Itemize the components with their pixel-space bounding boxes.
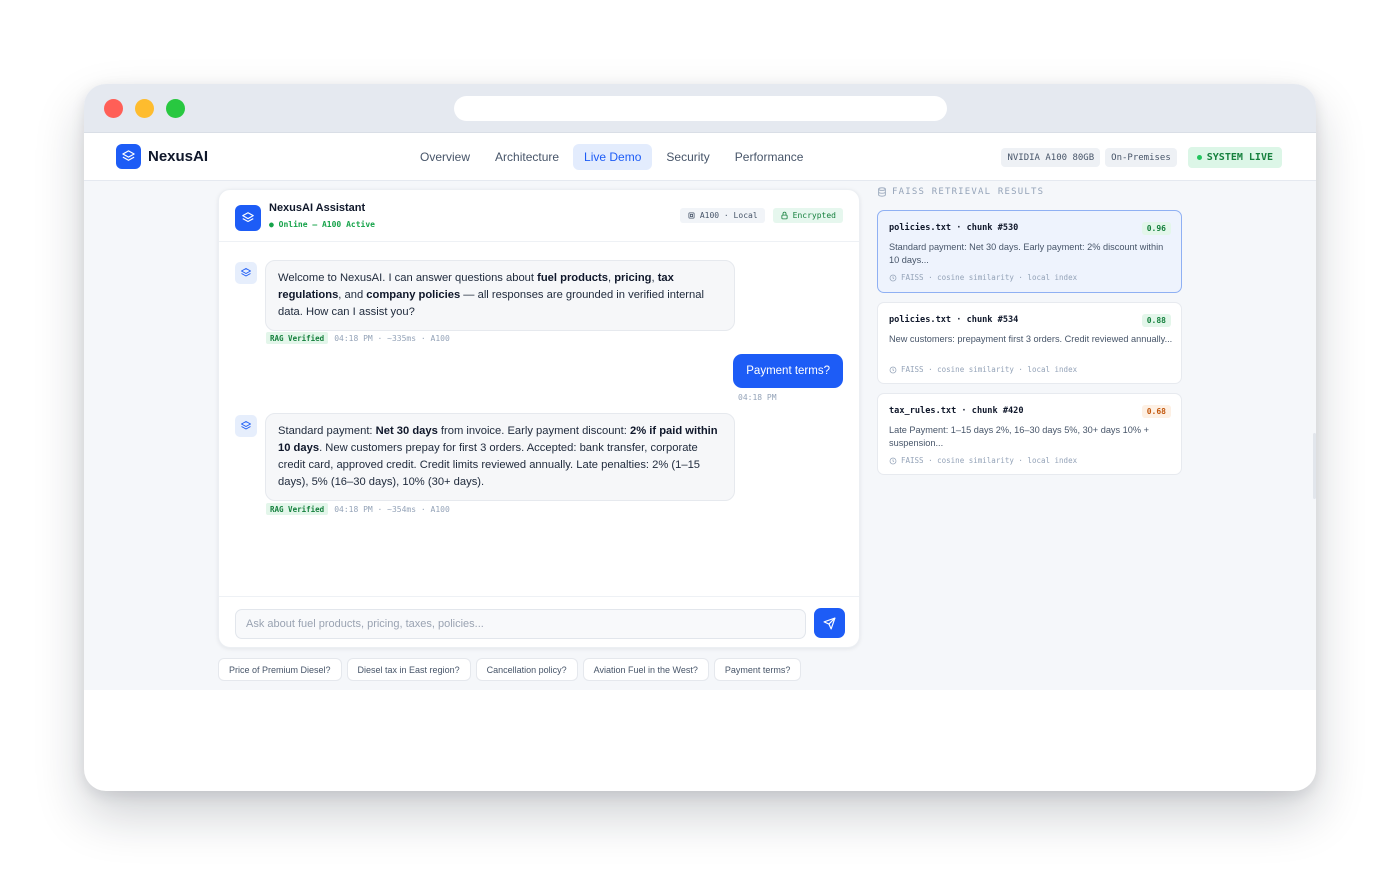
result-source: policies.txt · chunk #530 xyxy=(889,223,1019,233)
chat-header-badges: A100 · Local Encrypted xyxy=(679,208,843,223)
result-snippet: New customers: prepayment first 3 orders… xyxy=(889,334,1173,344)
send-button[interactable] xyxy=(814,608,845,638)
main-content: NexusAI Assistant ● Online — A100 Active… xyxy=(84,181,1316,690)
chip-icon xyxy=(688,212,695,219)
clock-icon xyxy=(889,457,897,464)
suggestion-chip[interactable]: Price of Premium Diesel? xyxy=(218,658,342,681)
send-icon xyxy=(823,616,836,630)
assistant-message-icon xyxy=(235,262,257,284)
nav-live-demo[interactable]: Live Demo xyxy=(573,144,653,170)
message-text: Welcome to NexusAI. I can answer questio… xyxy=(278,272,538,284)
clock-icon xyxy=(889,274,897,281)
suggestion-chip[interactable]: Aviation Fuel in the West? xyxy=(582,658,709,681)
nav-performance[interactable]: Performance xyxy=(724,144,815,170)
assistant-avatar-icon xyxy=(235,205,261,231)
assistant-message-icon xyxy=(235,415,257,437)
message-emphasis: Net 30 days xyxy=(375,425,438,437)
nav-links: Overview Architecture Live Demo Security… xyxy=(409,144,817,170)
message-meta-text: 04:18 PM · ~354ms · A100 xyxy=(334,504,450,514)
rag-verified-badge: RAG Verified xyxy=(266,503,329,515)
chat-input[interactable] xyxy=(235,609,806,639)
user-message-bubble: Payment terms? xyxy=(733,354,843,388)
result-meta-text: FAISS · cosine similarity · local index xyxy=(901,365,1078,374)
message-text: , and xyxy=(338,289,367,301)
faiss-panel-title: FAISS RETRIEVAL RESULTS xyxy=(877,187,1044,197)
system-live-label: SYSTEM LIVE xyxy=(1206,152,1273,163)
assistant-message-bubble: Welcome to NexusAI. I can answer questio… xyxy=(265,260,735,331)
nav-security[interactable]: Security xyxy=(655,144,720,170)
retrieval-result-card[interactable]: policies.txt · chunk #530 0.96 Standard … xyxy=(877,210,1182,293)
similarity-score: 0.88 xyxy=(1141,314,1171,327)
result-meta-text: FAISS · cosine similarity · local index xyxy=(901,273,1078,282)
assistant-status: ● Online — A100 Active xyxy=(269,220,375,229)
faiss-title-text: FAISS RETRIEVAL RESULTS xyxy=(892,187,1045,197)
message-meta: RAG Verified 04:18 PM · ~354ms · A100 xyxy=(266,503,450,515)
similarity-score: 0.68 xyxy=(1141,405,1171,418)
clock-icon xyxy=(889,366,897,373)
similarity-score: 0.96 xyxy=(1141,222,1171,235)
deployment-tag: On-Premises xyxy=(1105,148,1177,167)
message-emphasis: company policies xyxy=(366,289,461,301)
nav-architecture[interactable]: Architecture xyxy=(484,144,570,170)
suggestion-chips: Price of Premium Diesel? Diesel tax in E… xyxy=(218,658,802,681)
close-window-button[interactable] xyxy=(104,99,123,118)
retrieval-result-card[interactable]: policies.txt · chunk #534 0.88 New custo… xyxy=(877,302,1182,384)
message-text: from invoice. Early payment discount: xyxy=(437,425,630,437)
top-navbar: NexusAI Overview Architecture Live Demo … xyxy=(84,133,1316,181)
user-message-time: 04:18 PM xyxy=(738,393,777,402)
result-meta: FAISS · cosine similarity · local index xyxy=(889,456,1077,465)
retrieval-result-card[interactable]: tax_rules.txt · chunk #420 0.68 Late Pay… xyxy=(877,393,1182,475)
live-dot-icon xyxy=(1196,155,1202,160)
database-icon xyxy=(878,187,886,197)
maximize-window-button[interactable] xyxy=(166,99,185,118)
result-meta: FAISS · cosine similarity · local index xyxy=(889,273,1077,282)
chat-panel: NexusAI Assistant ● Online — A100 Active… xyxy=(218,189,860,648)
suggestion-chip[interactable]: Diesel tax in East region? xyxy=(346,658,471,681)
browser-window: NexusAI Overview Architecture Live Demo … xyxy=(84,84,1316,791)
title-bar xyxy=(84,84,1316,133)
chat-input-area xyxy=(219,596,859,649)
suggestion-chip[interactable]: Cancellation policy? xyxy=(475,658,578,681)
brand-name[interactable]: NexusAI xyxy=(148,148,208,165)
rag-verified-badge: RAG Verified xyxy=(266,332,329,344)
message-text: Standard payment: xyxy=(278,425,376,437)
lock-icon xyxy=(781,211,788,220)
result-meta-text: FAISS · cosine similarity · local index xyxy=(901,456,1078,465)
result-snippet: Standard payment: Net 30 days. Early pay… xyxy=(889,242,1164,265)
scrollbar-thumb[interactable] xyxy=(1313,433,1316,499)
gpu-local-label: A100 · Local xyxy=(699,211,758,220)
nav-status-tags: NVIDIA A100 80GB On-Premises SYSTEM LIVE xyxy=(1001,147,1282,168)
chat-header: NexusAI Assistant ● Online — A100 Active… xyxy=(219,190,859,242)
nav-overview[interactable]: Overview xyxy=(409,144,481,170)
result-meta: FAISS · cosine similarity · local index xyxy=(889,365,1077,374)
message-emphasis: pricing xyxy=(614,272,652,284)
result-source: policies.txt · chunk #534 xyxy=(889,315,1019,325)
result-snippet: Late Payment: 1–15 days 2%, 16–30 days 5… xyxy=(889,425,1149,448)
message-meta: RAG Verified 04:18 PM · ~335ms · A100 xyxy=(266,332,450,344)
message-meta-text: 04:18 PM · ~335ms · A100 xyxy=(334,333,450,343)
message-text: . New customers prepay for first 3 order… xyxy=(278,442,701,488)
gpu-local-badge: A100 · Local xyxy=(679,208,765,223)
message-emphasis: fuel products xyxy=(537,272,608,284)
encrypted-label: Encrypted xyxy=(792,211,836,220)
suggestion-chip[interactable]: Payment terms? xyxy=(713,658,802,681)
system-live-badge: SYSTEM LIVE xyxy=(1187,147,1282,168)
assistant-message-bubble: Standard payment: Net 30 days from invoi… xyxy=(265,413,735,501)
result-source: tax_rules.txt · chunk #420 xyxy=(889,406,1024,416)
minimize-window-button[interactable] xyxy=(135,99,154,118)
encrypted-badge: Encrypted xyxy=(772,208,843,223)
layers-logo-icon[interactable] xyxy=(116,144,141,169)
assistant-name: NexusAI Assistant xyxy=(269,202,366,214)
address-bar[interactable] xyxy=(454,96,947,121)
gpu-tag: NVIDIA A100 80GB xyxy=(1001,148,1101,167)
